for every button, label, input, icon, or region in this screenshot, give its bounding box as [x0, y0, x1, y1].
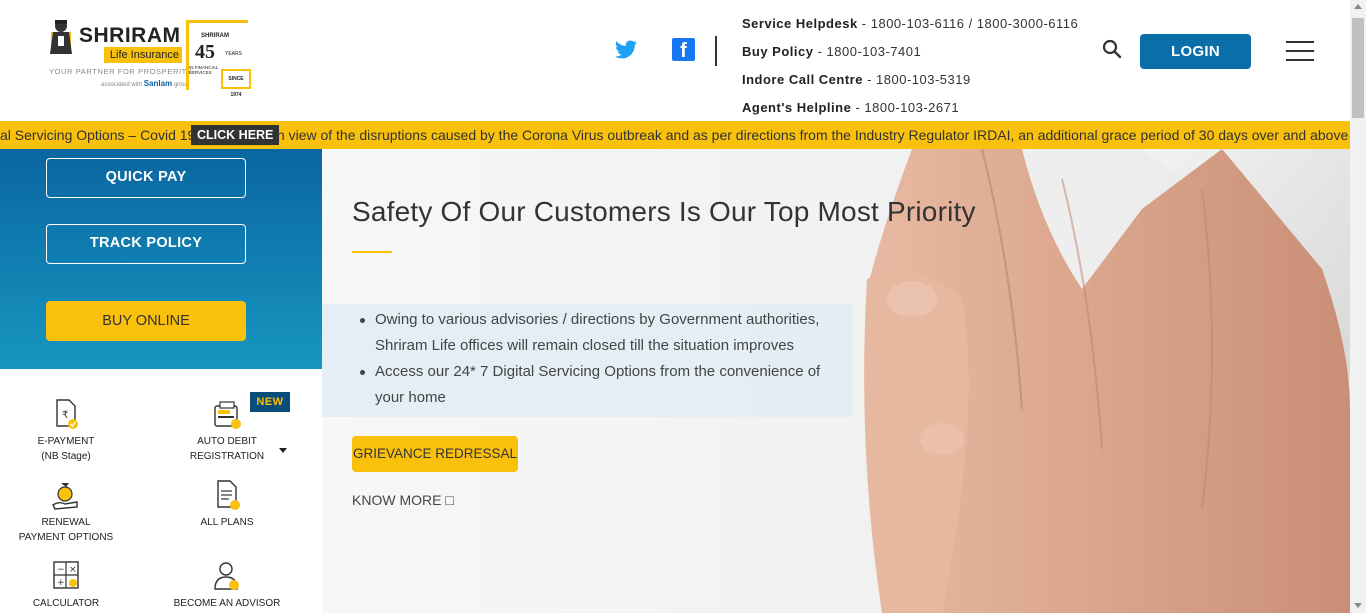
header-divider: [715, 36, 717, 66]
svg-text:₹: ₹: [62, 410, 68, 421]
advisory-item: Owing to various advisories / directions…: [360, 307, 830, 359]
title-divider: [352, 251, 392, 253]
rupee-document-icon: ₹: [56, 399, 78, 429]
advisory-bullets: Owing to various advisories / directions…: [322, 304, 852, 417]
hero-title: Safety Of Our Customers Is Our Top Most …: [352, 196, 976, 227]
new-badge: NEW: [250, 392, 290, 412]
know-more-link[interactable]: KNOW MORE □: [352, 492, 454, 508]
advisory-list: Owing to various advisories / directions…: [360, 307, 830, 411]
facebook-icon[interactable]: f: [672, 38, 695, 62]
announcement-ticker: al Servicing Options – Covid 19 CLICK HE…: [0, 121, 1350, 149]
hamburger-menu-icon[interactable]: [1286, 41, 1314, 61]
contact-indore-call-centre: Indore Call Centre - 1800-103-5319: [742, 72, 971, 87]
login-button[interactable]: LOGIN: [1140, 34, 1251, 69]
page-scrollbar[interactable]: [1350, 0, 1366, 613]
scrollbar-thumb[interactable]: [1352, 18, 1364, 118]
shriram-logo[interactable]: SHRIRAM Life Insurance YOUR PARTNER FOR …: [46, 16, 256, 98]
quick-pay-button[interactable]: QUICK PAY: [46, 158, 246, 198]
svg-text:−: −: [57, 565, 65, 575]
scroll-up-icon[interactable]: [1354, 4, 1362, 9]
scroll-down-icon[interactable]: [1354, 603, 1362, 608]
ticker-click-here-button[interactable]: CLICK HERE: [191, 125, 280, 145]
site-header: SHRIRAM Life Insurance YOUR PARTNER FOR …: [0, 0, 1350, 121]
document-list-icon: [217, 480, 240, 510]
service-calculator[interactable]: − × + CALCULATOR: [6, 560, 126, 611]
service-become-advisor[interactable]: BECOME AN ADVISOR: [167, 560, 287, 611]
search-icon[interactable]: [1102, 39, 1122, 59]
contact-service-helpdesk: Service Helpdesk - 1800-103-6116 / 1800-…: [742, 16, 1079, 31]
contact-buy-policy: Buy Policy - 1800-103-7401: [742, 44, 922, 59]
service-e-payment[interactable]: ₹ E-PAYMENT (NB Stage): [6, 398, 126, 464]
person-check-icon: [214, 562, 239, 590]
card-machine-icon: [214, 401, 241, 429]
svg-text:+: +: [57, 578, 65, 588]
service-renewal-payment[interactable]: RENEWAL PAYMENT OPTIONS: [6, 479, 126, 545]
brand-name: SHRIRAM: [79, 24, 181, 47]
advisory-item: Access our 24* 7 Digital Servicing Optio…: [360, 359, 830, 411]
contact-numbers: Service Helpdesk - 1800-103-6116 / 1800-…: [742, 14, 1078, 126]
brand-subtitle: Life Insurance: [104, 47, 182, 63]
brand-tagline: YOUR PARTNER FOR PROSPERITY: [49, 67, 193, 76]
ticker-prefix: al Servicing Options – Covid 19: [0, 127, 196, 143]
arrow-icon: □: [445, 492, 454, 508]
association-text: associated with Sanlam group: [101, 79, 190, 88]
mascot-logo-icon: [50, 20, 72, 54]
grievance-redressal-button[interactable]: GRIEVANCE REDRESSAL: [352, 436, 518, 472]
chevron-down-icon[interactable]: [279, 448, 287, 453]
twitter-icon[interactable]: [614, 38, 638, 62]
track-policy-button[interactable]: TRACK POLICY: [46, 224, 246, 264]
service-all-plans[interactable]: ALL PLANS: [167, 479, 287, 530]
ticker-message: In view of the disruptions caused by the…: [273, 127, 1350, 143]
money-bag-hand-icon: [52, 483, 78, 510]
svg-text:×: ×: [69, 565, 77, 575]
years-badge: SHRIRAM 45 YEARS IN FINANCIAL SERVICES S…: [186, 20, 251, 98]
calculator-icon: − × +: [53, 561, 79, 589]
buy-online-button[interactable]: BUY ONLINE: [46, 301, 246, 341]
